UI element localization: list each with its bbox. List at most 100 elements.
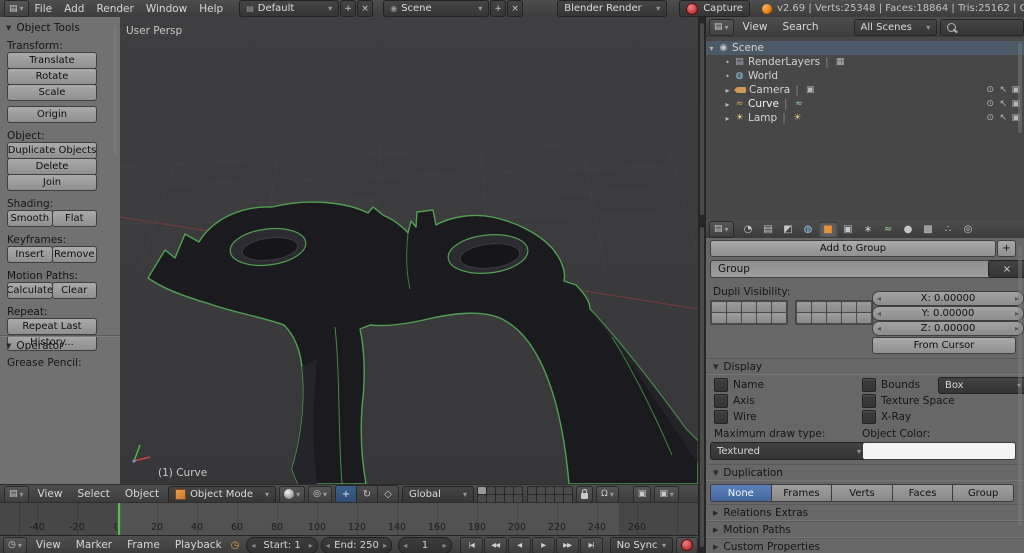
layer-toggle[interactable]: [504, 486, 513, 494]
current-frame-marker[interactable]: [118, 503, 120, 536]
snap-dropdown[interactable]: Ω ▾: [595, 485, 619, 503]
checkbox-xray[interactable]: X-Ray: [862, 410, 911, 424]
editor-type-button-properties[interactable]: ▤ ▾: [709, 220, 734, 238]
menu-add[interactable]: Add: [58, 3, 90, 15]
scale-button[interactable]: Scale: [7, 84, 97, 101]
curve-object[interactable]: [147, 201, 699, 485]
insert-keyframe-button[interactable]: Insert: [7, 246, 53, 263]
translate-button[interactable]: Translate: [7, 52, 97, 69]
layer-toggle[interactable]: [554, 494, 563, 502]
layer-toggle[interactable]: [477, 486, 486, 494]
dupli-layer-toggle[interactable]: [712, 302, 726, 312]
scrollbar-thumb[interactable]: [700, 227, 704, 547]
dupli-layer-toggle[interactable]: [757, 313, 771, 323]
outliner-search-input[interactable]: [940, 18, 1024, 36]
panel-header-custom-properties[interactable]: ▶ Custom Properties: [706, 538, 1024, 553]
manipulator-scale-button[interactable]: ◇: [376, 485, 399, 503]
delete-layout-button[interactable]: ×: [357, 0, 374, 17]
mode-dropdown[interactable]: Object Mode ▾: [168, 485, 277, 503]
current-frame-field[interactable]: ◂ 1 ▸: [398, 536, 452, 553]
play-reverse-button[interactable]: ◀: [507, 536, 531, 553]
checkbox-axis[interactable]: Axis: [714, 394, 755, 408]
delete-scene-button[interactable]: ×: [507, 0, 524, 17]
dupli-layer-toggle[interactable]: [712, 313, 726, 323]
dupli-layer-toggle[interactable]: [742, 302, 756, 312]
clear-paths-button[interactable]: Clear: [51, 282, 97, 299]
jump-to-start-button[interactable]: |◀: [459, 536, 483, 553]
tab-modifiers[interactable]: ∗: [859, 221, 878, 237]
object-color-swatch[interactable]: [862, 442, 1016, 460]
panel-header-operator[interactable]: ▼ Operator: [6, 340, 120, 352]
editor-type-button-outliner[interactable]: ▤ ▾: [709, 18, 734, 36]
manipulator-translate-button[interactable]: +: [334, 485, 357, 503]
menu-view[interactable]: View: [30, 539, 67, 551]
remove-keyframe-button[interactable]: Remove: [51, 246, 97, 263]
menu-file[interactable]: File: [29, 3, 59, 15]
dupli-layer-toggle[interactable]: [797, 313, 811, 323]
location-y-slider[interactable]: ◂ Y: 0.00000 ▸: [872, 306, 1024, 321]
hide-toggle-eye-icon[interactable]: ⊙: [986, 113, 994, 123]
draw-type-dropdown[interactable]: Textured ▾: [710, 442, 868, 460]
group-name-field[interactable]: Group: [710, 260, 1000, 278]
outliner-display-dropdown[interactable]: All Scenes ▾: [853, 18, 938, 36]
duplication-group-button[interactable]: Group: [952, 484, 1014, 502]
expand-icon[interactable]: ▸: [722, 100, 733, 109]
add-to-group-button[interactable]: Add to Group: [710, 240, 996, 257]
menu-render[interactable]: Render: [90, 3, 139, 15]
menu-marker[interactable]: Marker: [70, 539, 118, 551]
panel-header-relations-extras[interactable]: ▶ Relations Extras: [706, 504, 1024, 521]
origin-button[interactable]: Origin: [7, 106, 97, 123]
increment-icon[interactable]: ▸: [383, 541, 387, 550]
delete-button[interactable]: Delete: [7, 158, 97, 175]
tab-render-layers[interactable]: ▤: [759, 221, 778, 237]
expand-icon[interactable]: ▸: [722, 114, 733, 123]
duplicate-objects-button[interactable]: Duplicate Objects: [7, 142, 97, 159]
layer-toggle[interactable]: [504, 494, 513, 502]
dupli-layer-toggle[interactable]: [742, 313, 756, 323]
toolshelf-scrollbar[interactable]: [113, 25, 117, 155]
menu-select[interactable]: Select: [71, 488, 115, 500]
layer-toggle[interactable]: [536, 494, 545, 502]
panel-header-object-tools[interactable]: ▼ Object Tools: [6, 22, 120, 34]
selectable-toggle-icon[interactable]: ↖: [999, 113, 1007, 123]
dupli-layer-toggle[interactable]: [727, 313, 741, 323]
dupli-layer-toggle[interactable]: [772, 302, 786, 312]
pivot-center-dropdown[interactable]: ◎ ▾: [308, 485, 332, 503]
tab-particles[interactable]: ∴: [939, 221, 958, 237]
menu-frame[interactable]: Frame: [121, 539, 166, 551]
menu-view[interactable]: View: [32, 488, 69, 500]
layer-toggle[interactable]: [486, 494, 495, 502]
layer-toggle[interactable]: [536, 486, 545, 494]
from-cursor-button[interactable]: From Cursor: [872, 337, 1016, 354]
layer-toggle[interactable]: [477, 494, 486, 502]
dupli-layer-toggle[interactable]: [797, 302, 811, 312]
dupli-layer-toggle[interactable]: [827, 302, 841, 312]
info-editor-type-button[interactable]: ▤ ▾: [4, 0, 29, 17]
dupli-layer-toggle[interactable]: [727, 302, 741, 312]
panel-header-duplication[interactable]: ▼ Duplication: [706, 464, 1024, 481]
checkbox-wire[interactable]: Wire: [714, 410, 757, 424]
tab-texture[interactable]: ▩: [919, 221, 938, 237]
outliner-row-lamp[interactable]: ▸ ☀ Lamp | ☀ ⊙ ↖ ▣: [706, 111, 1024, 125]
smooth-button[interactable]: Smooth: [7, 210, 53, 227]
increment-icon[interactable]: ▸: [309, 541, 313, 550]
dupli-layer-toggle[interactable]: [842, 313, 856, 323]
location-x-slider[interactable]: ◂ X: 0.00000 ▸: [872, 291, 1024, 306]
flat-button[interactable]: Flat: [51, 210, 97, 227]
previous-keyframe-button[interactable]: ◀◀: [483, 536, 507, 553]
rotate-button[interactable]: Rotate: [7, 68, 97, 85]
manipulator-rotate-button[interactable]: ↻: [355, 485, 378, 503]
layer-toggle[interactable]: [513, 486, 522, 494]
editor-type-button-timeline[interactable]: ◷ ▾: [3, 536, 27, 553]
tab-material[interactable]: ●: [899, 221, 918, 237]
scene-dropdown[interactable]: ◉ Scene ▾: [383, 0, 490, 17]
checkbox-bounds[interactable]: Bounds: [862, 378, 920, 392]
capture-button[interactable]: Capture: [679, 0, 750, 17]
layer-toggle[interactable]: [513, 494, 522, 502]
duplication-faces-button[interactable]: Faces: [891, 484, 954, 502]
hide-toggle-eye-icon[interactable]: ⊙: [986, 99, 994, 109]
dupli-layer-toggle[interactable]: [812, 313, 826, 323]
dupli-layer-toggle[interactable]: [812, 302, 826, 312]
layer-toggle[interactable]: [563, 486, 572, 494]
duplication-none-button[interactable]: None: [710, 484, 772, 502]
